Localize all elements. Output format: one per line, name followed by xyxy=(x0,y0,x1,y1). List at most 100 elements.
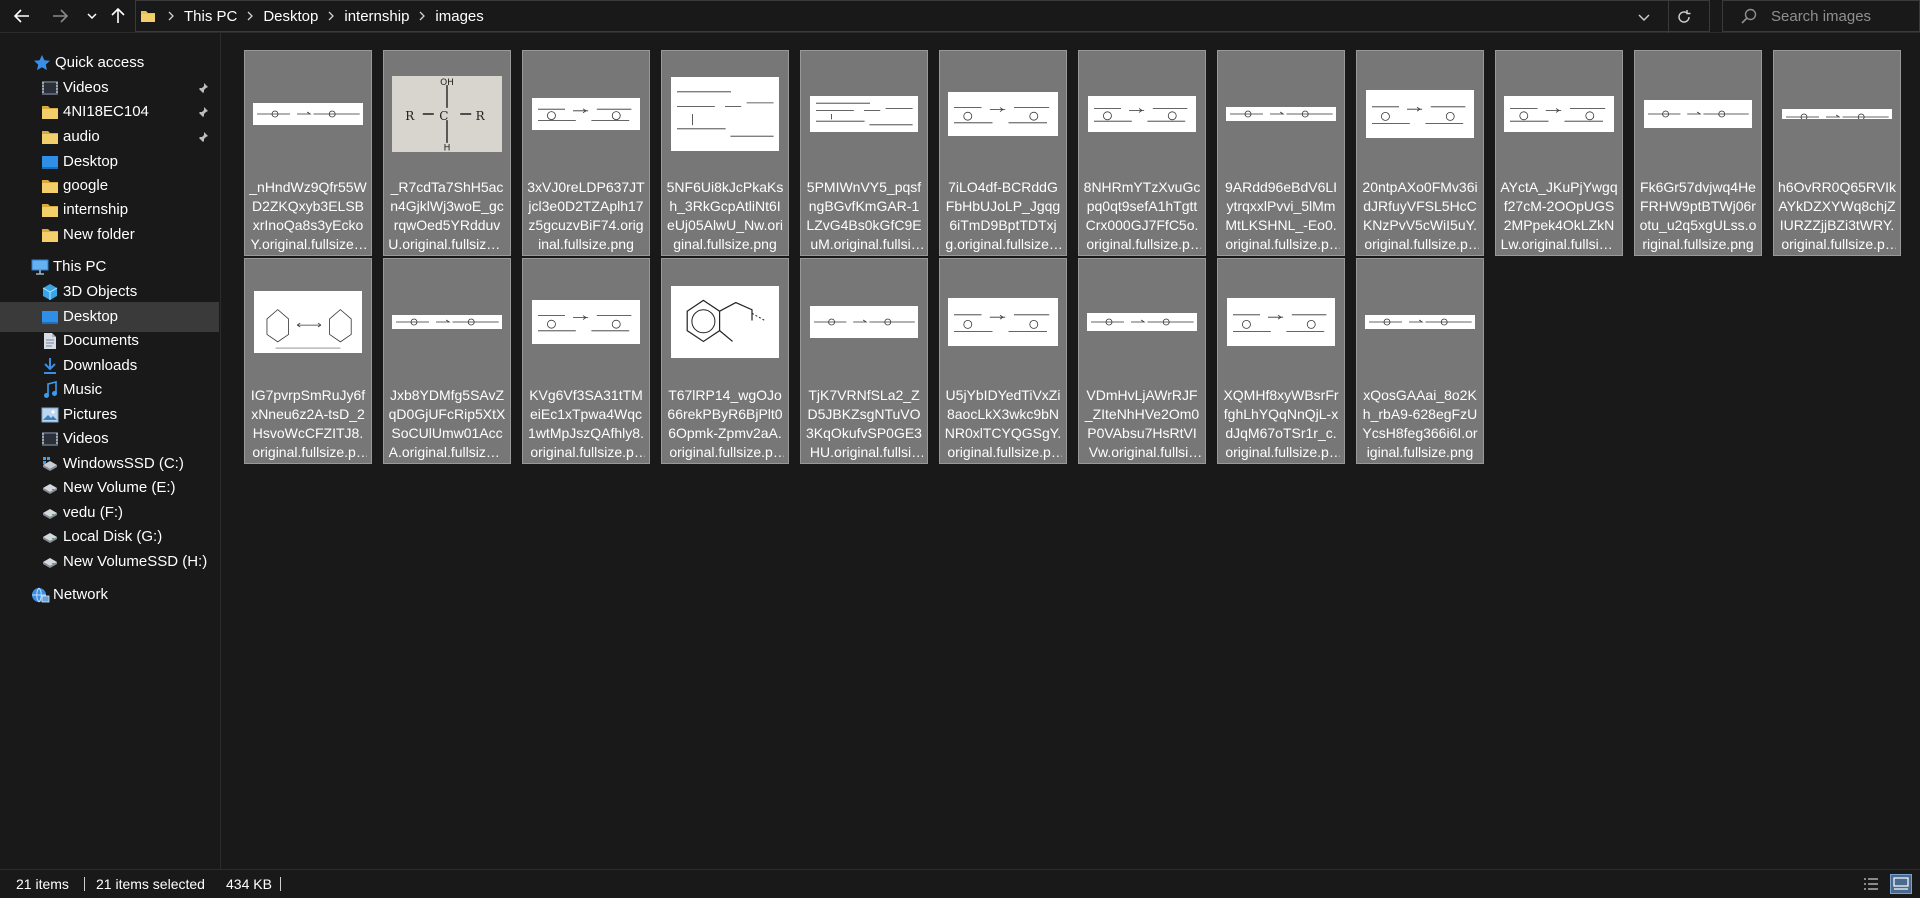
breadcrumb-internship[interactable]: internship xyxy=(342,8,411,25)
svg-text:R: R xyxy=(405,109,415,123)
drive-icon xyxy=(40,478,60,498)
file-item[interactable]: 3xVJ0reLDP637JTjcl3e0D2TZAplh17z5gcuzvBi… xyxy=(522,50,650,256)
file-item[interactable]: 8NHRmYTzXvuGcpq0qt9sefA1hTgttCrx000GJ7Ff… xyxy=(1078,50,1206,256)
sidebar-item-new-folder[interactable]: New folder xyxy=(0,220,219,250)
thumbnail-frame xyxy=(384,259,510,385)
sidebar-item-new-volumessd-h[interactable]: New VolumeSSD (H:) xyxy=(0,547,219,577)
svg-text:C: C xyxy=(439,109,448,123)
file-item[interactable]: VDmHvLjAWrRJF_ZIteNhHVe2Om0P0VAbsu7HsRtV… xyxy=(1078,258,1206,464)
thumbnail-frame xyxy=(1496,51,1622,177)
sidebar-item-label: Videos xyxy=(63,79,109,96)
sidebar-item-label: Pictures xyxy=(63,406,118,423)
image-thumbnail xyxy=(1644,100,1752,128)
address-history-button[interactable] xyxy=(1631,1,1657,33)
address-bar[interactable]: This PC Desktop internship images xyxy=(135,0,1710,33)
pin-icon[interactable] xyxy=(197,130,209,147)
breadcrumb-this-pc[interactable]: This PC xyxy=(182,8,239,25)
sidebar-item-label: New VolumeSSD (H:) xyxy=(63,553,208,570)
sidebar-item-label: Local Disk (G:) xyxy=(63,528,163,545)
breadcrumb-separator[interactable] xyxy=(411,11,433,21)
search-input[interactable] xyxy=(1769,6,1913,26)
sidebar-item-label: Documents xyxy=(63,332,139,349)
file-item[interactable]: U5jYbIDYedTiVxZi8aocLkX3wkc9bNNR0xlTCYQG… xyxy=(939,258,1067,464)
thumbnail-frame xyxy=(1079,259,1205,385)
file-name: _nHndWz9Qfr55WD2ZKQxyb3ELSBxrInoQa8s3yEc… xyxy=(249,179,367,252)
arrow-right-icon xyxy=(53,9,68,23)
file-item[interactable]: 5PMIWnVY5_pqsfngBGvfKmGAR-1LZvG4Bs0kGfC9… xyxy=(800,50,928,256)
breadcrumb-separator[interactable] xyxy=(320,11,342,21)
file-name: 20ntpAXo0FMv36idJRfuyVFSL5HcCKNzPvV5cWiI… xyxy=(1362,179,1478,252)
breadcrumb-desktop[interactable]: Desktop xyxy=(261,8,320,25)
file-item[interactable]: KVg6Vf3SA31tTMeiEc1xTpwa4Wqc1wtMpJszQAfh… xyxy=(522,258,650,464)
file-item[interactable]: 5NF6Ui8kJcPkaKsh_3RkGcpAtliNt6IeUj05AlwU… xyxy=(661,50,789,256)
file-name: 7iLO4df-BCRddGFbHbUJoLP_Jgqg6iTmD9BptTDT… xyxy=(945,179,1061,252)
chevron-right-icon xyxy=(168,11,174,21)
image-thumbnail xyxy=(392,315,502,329)
sidebar-item-network[interactable]: Network xyxy=(0,580,219,610)
file-item[interactable]: TjK7VRNfSLa2_ZD5JBKZsgNTuVO3KqOkufvSP0GE… xyxy=(800,258,928,464)
address-toolbar: This PC Desktop internship images xyxy=(0,0,1920,33)
drive-icon xyxy=(40,527,60,547)
file-name: XQMHf8xyWBsrFrfghLhYQqNnQjL-xdJqM67oTSr1… xyxy=(1223,387,1339,460)
file-list: _nHndWz9Qfr55WD2ZKQxyb3ELSBxrInoQa8s3yEc… xyxy=(221,33,1920,869)
desktop-icon xyxy=(40,152,60,172)
details-view-button[interactable] xyxy=(1860,874,1882,894)
file-item[interactable]: _nHndWz9Qfr55WD2ZKQxyb3ELSBxrInoQa8s3yEc… xyxy=(244,50,372,256)
back-button[interactable] xyxy=(8,0,36,32)
file-item[interactable]: IG7pvrpSmRuJy6fxNneu6z2A-tsD_2HsvoWcCFZI… xyxy=(244,258,372,464)
breadcrumb-separator[interactable] xyxy=(239,11,261,21)
search-box[interactable] xyxy=(1722,0,1920,32)
image-thumbnail xyxy=(1366,90,1474,138)
image-thumbnail xyxy=(532,98,640,130)
status-divider xyxy=(280,877,281,891)
file-name: TjK7VRNfSLa2_ZD5JBKZsgNTuVO3KqOkufvSP0GE… xyxy=(806,387,922,460)
folder-icon xyxy=(141,11,155,22)
pin-icon[interactable] xyxy=(197,105,209,122)
large-icons-view-button[interactable] xyxy=(1890,874,1912,894)
file-item[interactable]: Fk6Gr57dvjwq4HeFRHW9ptBTWj06rotu_u2q5xgU… xyxy=(1634,50,1762,256)
windows-drive-icon xyxy=(40,454,60,474)
sidebar-item-label: Music xyxy=(63,381,103,398)
chevron-right-icon xyxy=(247,11,254,21)
sidebar-item-label: Desktop xyxy=(63,308,119,325)
file-item[interactable]: AYctA_JKuPjYwgqf27cM-2OOpUGS2MPpek4OkLZk… xyxy=(1495,50,1623,256)
image-thumbnail: OH R C R H xyxy=(392,76,502,152)
breadcrumb-separator[interactable] xyxy=(160,11,182,21)
file-item[interactable]: xQosGAAai_8o2Kh_rbA9-628egFzUYcsH8feg366… xyxy=(1356,258,1484,464)
thumbnail-frame xyxy=(1218,259,1344,385)
file-name: Jxb8YDMfg5SAvZqD0GjUFcRip5XtXSoCUlUmw01A… xyxy=(388,387,506,460)
refresh-button[interactable] xyxy=(1668,1,1699,33)
image-thumbnail xyxy=(1504,96,1614,132)
up-button[interactable] xyxy=(104,0,132,32)
file-name: U5jYbIDYedTiVxZi8aocLkX3wkc9bNNR0xlTCYQG… xyxy=(944,387,1062,460)
file-item[interactable]: XQMHf8xyWBsrFrfghLhYQqNnQjL-xdJqM67oTSr1… xyxy=(1217,258,1345,464)
videos-folder-icon xyxy=(40,429,60,449)
svg-text:OH: OH xyxy=(440,78,454,88)
folder-icon xyxy=(40,225,60,245)
file-name: AYctA_JKuPjYwgqf27cM-2OOpUGS2MPpek4OkLZk… xyxy=(1500,179,1618,252)
image-thumbnail xyxy=(1226,107,1336,121)
folder-icon xyxy=(40,102,60,122)
forward-button[interactable] xyxy=(46,0,74,32)
file-item[interactable]: T67lRP14_wgOJo66rekPByR6BjPlt06Opmk-Zpmv… xyxy=(661,258,789,464)
pin-icon[interactable] xyxy=(197,81,209,98)
file-item[interactable]: 9ARdd96eBdV6LIytrqxxlPvvi_5lMmMtLKSHNL_-… xyxy=(1217,50,1345,256)
image-thumbnail xyxy=(1088,96,1196,132)
file-name: T67lRP14_wgOJo66rekPByR6BjPlt06Opmk-Zpmv… xyxy=(667,387,783,460)
recent-locations-button[interactable] xyxy=(78,0,106,32)
breadcrumb-images[interactable]: images xyxy=(433,8,485,25)
sidebar-item-label: vedu (F:) xyxy=(63,504,124,521)
file-item[interactable]: 7iLO4df-BCRddGFbHbUJoLP_Jgqg6iTmD9BptTDT… xyxy=(939,50,1067,256)
sidebar-item-label: Quick access xyxy=(55,54,145,71)
image-thumbnail xyxy=(1782,109,1892,119)
image-thumbnail xyxy=(1227,298,1335,346)
videos-folder-icon xyxy=(40,78,60,98)
file-item[interactable]: OH R C R H _R7cdTa7ShH5acn4GjklWj3woE_gcrqwOe… xyxy=(383,50,511,256)
file-item[interactable]: 20ntpAXo0FMv36idJRfuyVFSL5HcCKNzPvV5cWiI… xyxy=(1356,50,1484,256)
sidebar-item-label: internship xyxy=(63,201,129,218)
file-item[interactable]: h6OvRR0Q65RVIkAYkDZXYWq8chjZIURZZjjBZi3t… xyxy=(1773,50,1901,256)
image-thumbnail xyxy=(532,300,640,344)
thumbnail-frame xyxy=(1357,259,1483,385)
status-divider xyxy=(84,877,85,891)
file-item[interactable]: Jxb8YDMfg5SAvZqD0GjUFcRip5XtXSoCUlUmw01A… xyxy=(383,258,511,464)
